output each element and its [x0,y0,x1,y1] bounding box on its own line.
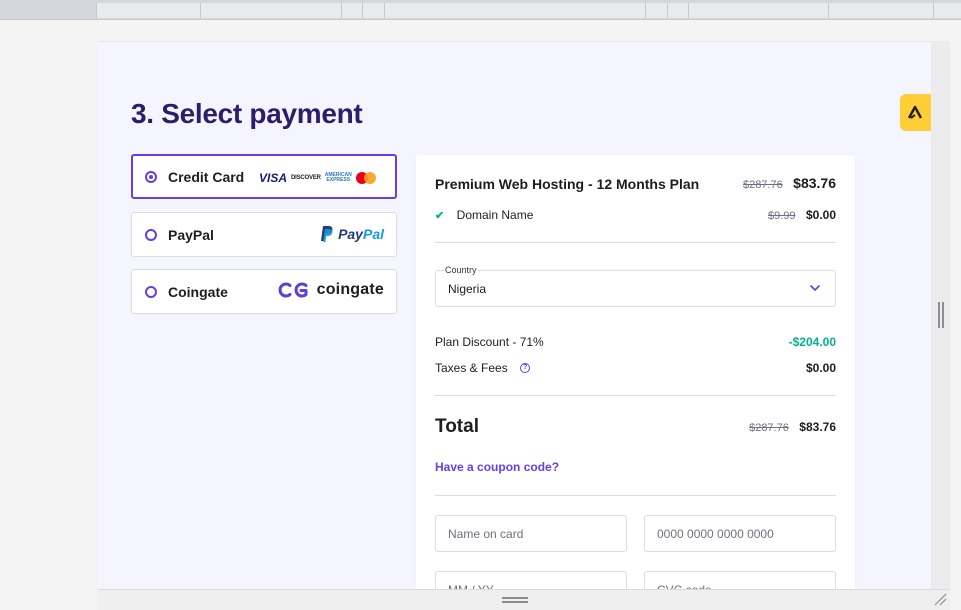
check-icon: ✔ [435,210,445,222]
payment-option-label: Credit Card [168,169,245,185]
toolbar-segment [341,3,362,18]
chevron-down-icon [810,285,820,291]
page-title: 3. Select payment [131,98,363,129]
discount-value: -$204.00 [788,335,836,349]
toolbar-segment [667,3,688,18]
plan-name: Premium Web Hosting - 12 Months Plan [435,176,700,192]
total-price: $83.76 [799,420,836,434]
taxes-label: Taxes & Fees [435,361,508,375]
paypal-logo-pay: Pay [338,226,363,242]
paypal-logo-pal: Pal [362,226,384,242]
mastercard-icon [355,172,376,184]
resize-grip-icon[interactable] [933,592,947,606]
divider [435,242,836,243]
divider [435,395,836,396]
payment-option-label: PayPal [168,227,214,243]
paypal-logo: PayPal [320,225,384,243]
vertical-resize-handle[interactable] [938,302,944,328]
discount-row: Plan Discount - 71% -$204.00 [435,335,836,349]
toolbar-segment [200,3,341,18]
expiry-input[interactable] [435,571,627,589]
domain-price: $0.00 [805,208,836,222]
radio-icon [145,171,157,183]
extension-icon [907,105,923,119]
toolbar-segment [828,3,933,18]
domain-row: ✔ Domain Name $9.99 $0.00 [435,206,836,224]
payment-option-label: Coingate [168,284,228,300]
domain-old-price: $9.99 [767,210,796,222]
toolbar-segment [933,3,961,18]
name-on-card-input[interactable] [435,515,627,552]
domain-label: Domain Name [456,208,534,222]
plan-row: Premium Web Hosting - 12 Months Plan $28… [435,175,836,193]
amex-logo: AMERICAN EXPRESS [325,173,352,183]
checkout-page: 3. Select payment Credit Card VISA DISCO… [98,41,931,589]
total-row: Total $287.76 $83.76 [435,416,836,438]
toolbar-segment [645,3,667,18]
plan-old-price: $287.76 [742,179,783,191]
radio-icon [145,229,157,241]
toolbar-segment [362,3,384,18]
divider [435,495,836,496]
viewport-margin [0,20,98,610]
country-label: Country [444,265,478,275]
card-number-input[interactable] [644,515,836,552]
toolbar-segment [384,3,645,18]
discount-label: Plan Discount - 71% [435,335,544,349]
toolbar-segment [688,3,828,18]
card-brand-logos: VISA DISCOVER AMERICAN EXPRESS [259,171,376,185]
radio-icon [145,286,157,298]
coingate-logo-text: coingate [316,281,384,298]
coingate-logo: coingate [277,281,384,299]
taxes-value: $0.00 [805,361,836,375]
amex-logo-line: EXPRESS [326,177,351,183]
country-select[interactable]: Country Nigeria [435,265,836,307]
browser-toolbar [0,0,961,20]
taxes-row: Taxes & Fees ? $0.00 [435,359,836,377]
coingate-icon [278,282,308,298]
extension-button[interactable] [900,94,931,131]
country-value: Nigeria [448,282,487,296]
horizontal-resize-handle[interactable] [502,597,528,603]
order-summary-card: Premium Web Hosting - 12 Months Plan $28… [416,155,855,589]
total-label: Total [435,416,479,437]
help-icon[interactable]: ? [520,362,531,373]
visa-logo: VISA [259,171,288,185]
cvc-input[interactable] [644,571,836,589]
toolbar-segment [96,3,200,18]
discover-logo: DISCOVER [291,175,321,181]
total-old-price: $287.76 [749,422,789,434]
coupon-code-link[interactable]: Have a coupon code? [435,460,559,474]
paypal-icon [321,226,333,242]
plan-price: $83.76 [793,175,836,191]
payment-option-coingate[interactable]: Coingate coingate [131,269,397,314]
payment-option-paypal[interactable]: PayPal PayPal [131,212,397,257]
payment-option-credit-card[interactable]: Credit Card VISA DISCOVER AMERICAN EXPRE… [131,154,397,199]
